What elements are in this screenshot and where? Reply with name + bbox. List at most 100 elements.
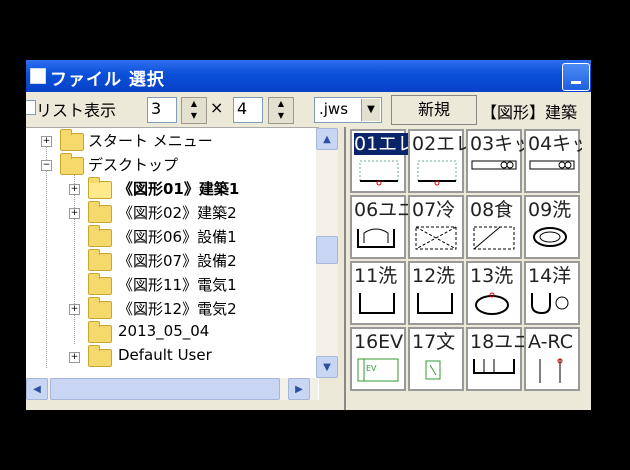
thumbnail-label: 18ユニ xyxy=(470,331,524,353)
rows-value: 3 xyxy=(151,99,162,118)
rows-input[interactable]: 3 xyxy=(147,97,177,123)
folder-icon xyxy=(88,297,112,319)
scroll-up-icon[interactable]: ▲ xyxy=(316,128,338,150)
toolbar: リスト表示 3 ▲ ▼ × 4 ▲ ▼ .jws ▼ 新規 【図形】建築 xyxy=(26,92,591,126)
elevator-icon xyxy=(417,160,457,186)
thumbnail-label: 08食 xyxy=(470,199,514,221)
folder-icon xyxy=(60,153,84,175)
tree-vertical-scrollbar[interactable]: ▲ ▼ xyxy=(316,128,338,378)
tree-item-label: 《図形12》電気2 xyxy=(118,300,237,318)
thumbnail-tile[interactable]: 01エレ xyxy=(350,129,408,193)
window-icon xyxy=(30,68,46,84)
expand-icon[interactable]: + xyxy=(69,208,80,219)
thumbnail-label: 06ユニ xyxy=(354,199,408,221)
elevator-icon xyxy=(359,160,399,186)
thumbnail-tile[interactable]: 17文 xyxy=(408,327,464,391)
unit-icon xyxy=(473,359,515,374)
thumbnail-tile[interactable]: 03キッ xyxy=(466,129,524,193)
tree-item-label: 2013_05_04 xyxy=(118,322,210,340)
thumbnail-tile[interactable]: 02エレ xyxy=(408,129,466,193)
folder-icon xyxy=(60,129,84,151)
thumbnail-label: 14洋 xyxy=(528,265,572,287)
spin-up-icon[interactable]: ▲ xyxy=(182,98,206,110)
extension-value: .jws xyxy=(319,100,349,118)
unit-bath-icon xyxy=(357,228,395,248)
thumbnail-label: 09洗 xyxy=(528,199,572,221)
thumbnail-tile[interactable]: 07冷 xyxy=(408,195,464,259)
tree-item-label: Default User xyxy=(118,346,212,364)
tree-item-label: 《図形01》建築1 xyxy=(118,180,240,198)
cols-value: 4 xyxy=(237,99,248,118)
scroll-right-icon[interactable]: ▶ xyxy=(288,378,310,400)
sink-icon xyxy=(417,293,453,314)
scroll-left-icon[interactable]: ◀ xyxy=(26,378,48,400)
spin-down-icon[interactable]: ▼ xyxy=(269,110,293,122)
expand-icon[interactable]: + xyxy=(69,304,80,315)
column-icon xyxy=(539,358,563,383)
collapse-icon[interactable]: − xyxy=(41,160,52,171)
refrigerator-icon xyxy=(415,226,457,250)
thumbnail-tile[interactable]: 08食 xyxy=(466,195,522,259)
expand-icon[interactable]: + xyxy=(69,184,80,195)
minimize-button[interactable] xyxy=(562,63,590,91)
thumbnail-tile[interactable]: 14洋 xyxy=(524,261,580,325)
thumbnail-label: 03キッ xyxy=(470,133,524,155)
tree-item-label: 《図形07》設備2 xyxy=(118,252,237,270)
folder-icon xyxy=(88,201,112,223)
sink-icon xyxy=(359,293,395,314)
thumbnail-label: 17文 xyxy=(412,331,456,353)
times-symbol: × xyxy=(210,98,224,117)
spin-up-icon[interactable]: ▲ xyxy=(269,98,293,110)
tree-item-label: 《図形11》電気1 xyxy=(118,276,237,294)
file-select-dialog: ファイル 選択 リスト表示 3 ▲ ▼ × 4 ▲ ▼ .jws ▼ 新規 【図… xyxy=(26,60,591,410)
dish-icon xyxy=(473,226,515,250)
folder-icon xyxy=(88,345,112,367)
folder-icon xyxy=(88,225,112,247)
thumbnail-label: 04キッ xyxy=(528,133,582,155)
scroll-thumb[interactable] xyxy=(316,236,338,264)
thumbnail-label: 07冷 xyxy=(412,199,456,221)
tree-item-label: スタート メニュー xyxy=(88,132,213,150)
scroll-thumb[interactable] xyxy=(50,378,280,400)
tree-line xyxy=(46,140,47,368)
list-view-checkbox[interactable] xyxy=(26,100,36,115)
thumbnail-tile[interactable]: 13洗 xyxy=(466,261,522,325)
thumbnail-tile[interactable]: 04キッ xyxy=(524,129,582,193)
kitchen-icon xyxy=(471,160,517,170)
thumbnail-tile[interactable]: 18ユニ xyxy=(466,327,524,391)
tree-item-label: デスクトップ xyxy=(88,156,179,174)
thumbnail-tile[interactable]: A-RC xyxy=(524,327,580,391)
toilet-icon xyxy=(531,293,569,315)
title-bar[interactable]: ファイル 選択 xyxy=(26,60,591,92)
folder-tree[interactable]: + スタート メニュー − デスクトップ + 《図形01》建築1 + 《図形02… xyxy=(26,127,338,400)
thumbnail-label: 16EV xyxy=(354,331,404,353)
dropdown-arrow-icon[interactable]: ▼ xyxy=(361,99,380,121)
round-sink-icon xyxy=(475,292,509,315)
spin-down-icon[interactable]: ▼ xyxy=(182,110,206,122)
expand-icon[interactable]: + xyxy=(69,352,80,363)
extension-select[interactable]: .jws ▼ xyxy=(314,97,382,123)
thumbnail-tile[interactable]: 16EV EV xyxy=(350,327,406,391)
thumbnail-grid: 01エレ 02エレ 03キッ 04キッ 06ユニ 07冷 08食 09洗 11洗… xyxy=(344,127,591,410)
expand-icon[interactable]: + xyxy=(41,136,52,147)
svg-text:EV: EV xyxy=(366,364,377,373)
thumbnail-tile[interactable]: 09洗 xyxy=(524,195,580,259)
thumbnail-tile[interactable]: 06ユニ xyxy=(350,195,408,259)
thumbnail-label: 02エレ xyxy=(412,133,466,155)
thumbnail-label: A-RC xyxy=(528,331,573,353)
washbasin-icon xyxy=(533,227,567,247)
scroll-down-icon[interactable]: ▼ xyxy=(316,356,338,378)
list-view-label: リスト表示 xyxy=(36,101,117,120)
thumbnail-tile[interactable]: 12洗 xyxy=(408,261,464,325)
folder-icon xyxy=(88,249,112,271)
tree-horizontal-scrollbar[interactable]: ◀ ▶ xyxy=(26,378,318,400)
thumbnail-tile[interactable]: 11洗 xyxy=(350,261,406,325)
thumbnail-label: 12洗 xyxy=(412,265,456,287)
new-button[interactable]: 新規 xyxy=(391,95,477,125)
window-title: ファイル 選択 xyxy=(50,70,165,90)
thumbnail-label: 11洗 xyxy=(354,265,398,287)
rows-spinner[interactable]: ▲ ▼ xyxy=(181,97,207,124)
cols-input[interactable]: 4 xyxy=(233,97,263,123)
cols-spinner[interactable]: ▲ ▼ xyxy=(268,97,294,124)
thumbnail-label: 13洗 xyxy=(470,265,514,287)
